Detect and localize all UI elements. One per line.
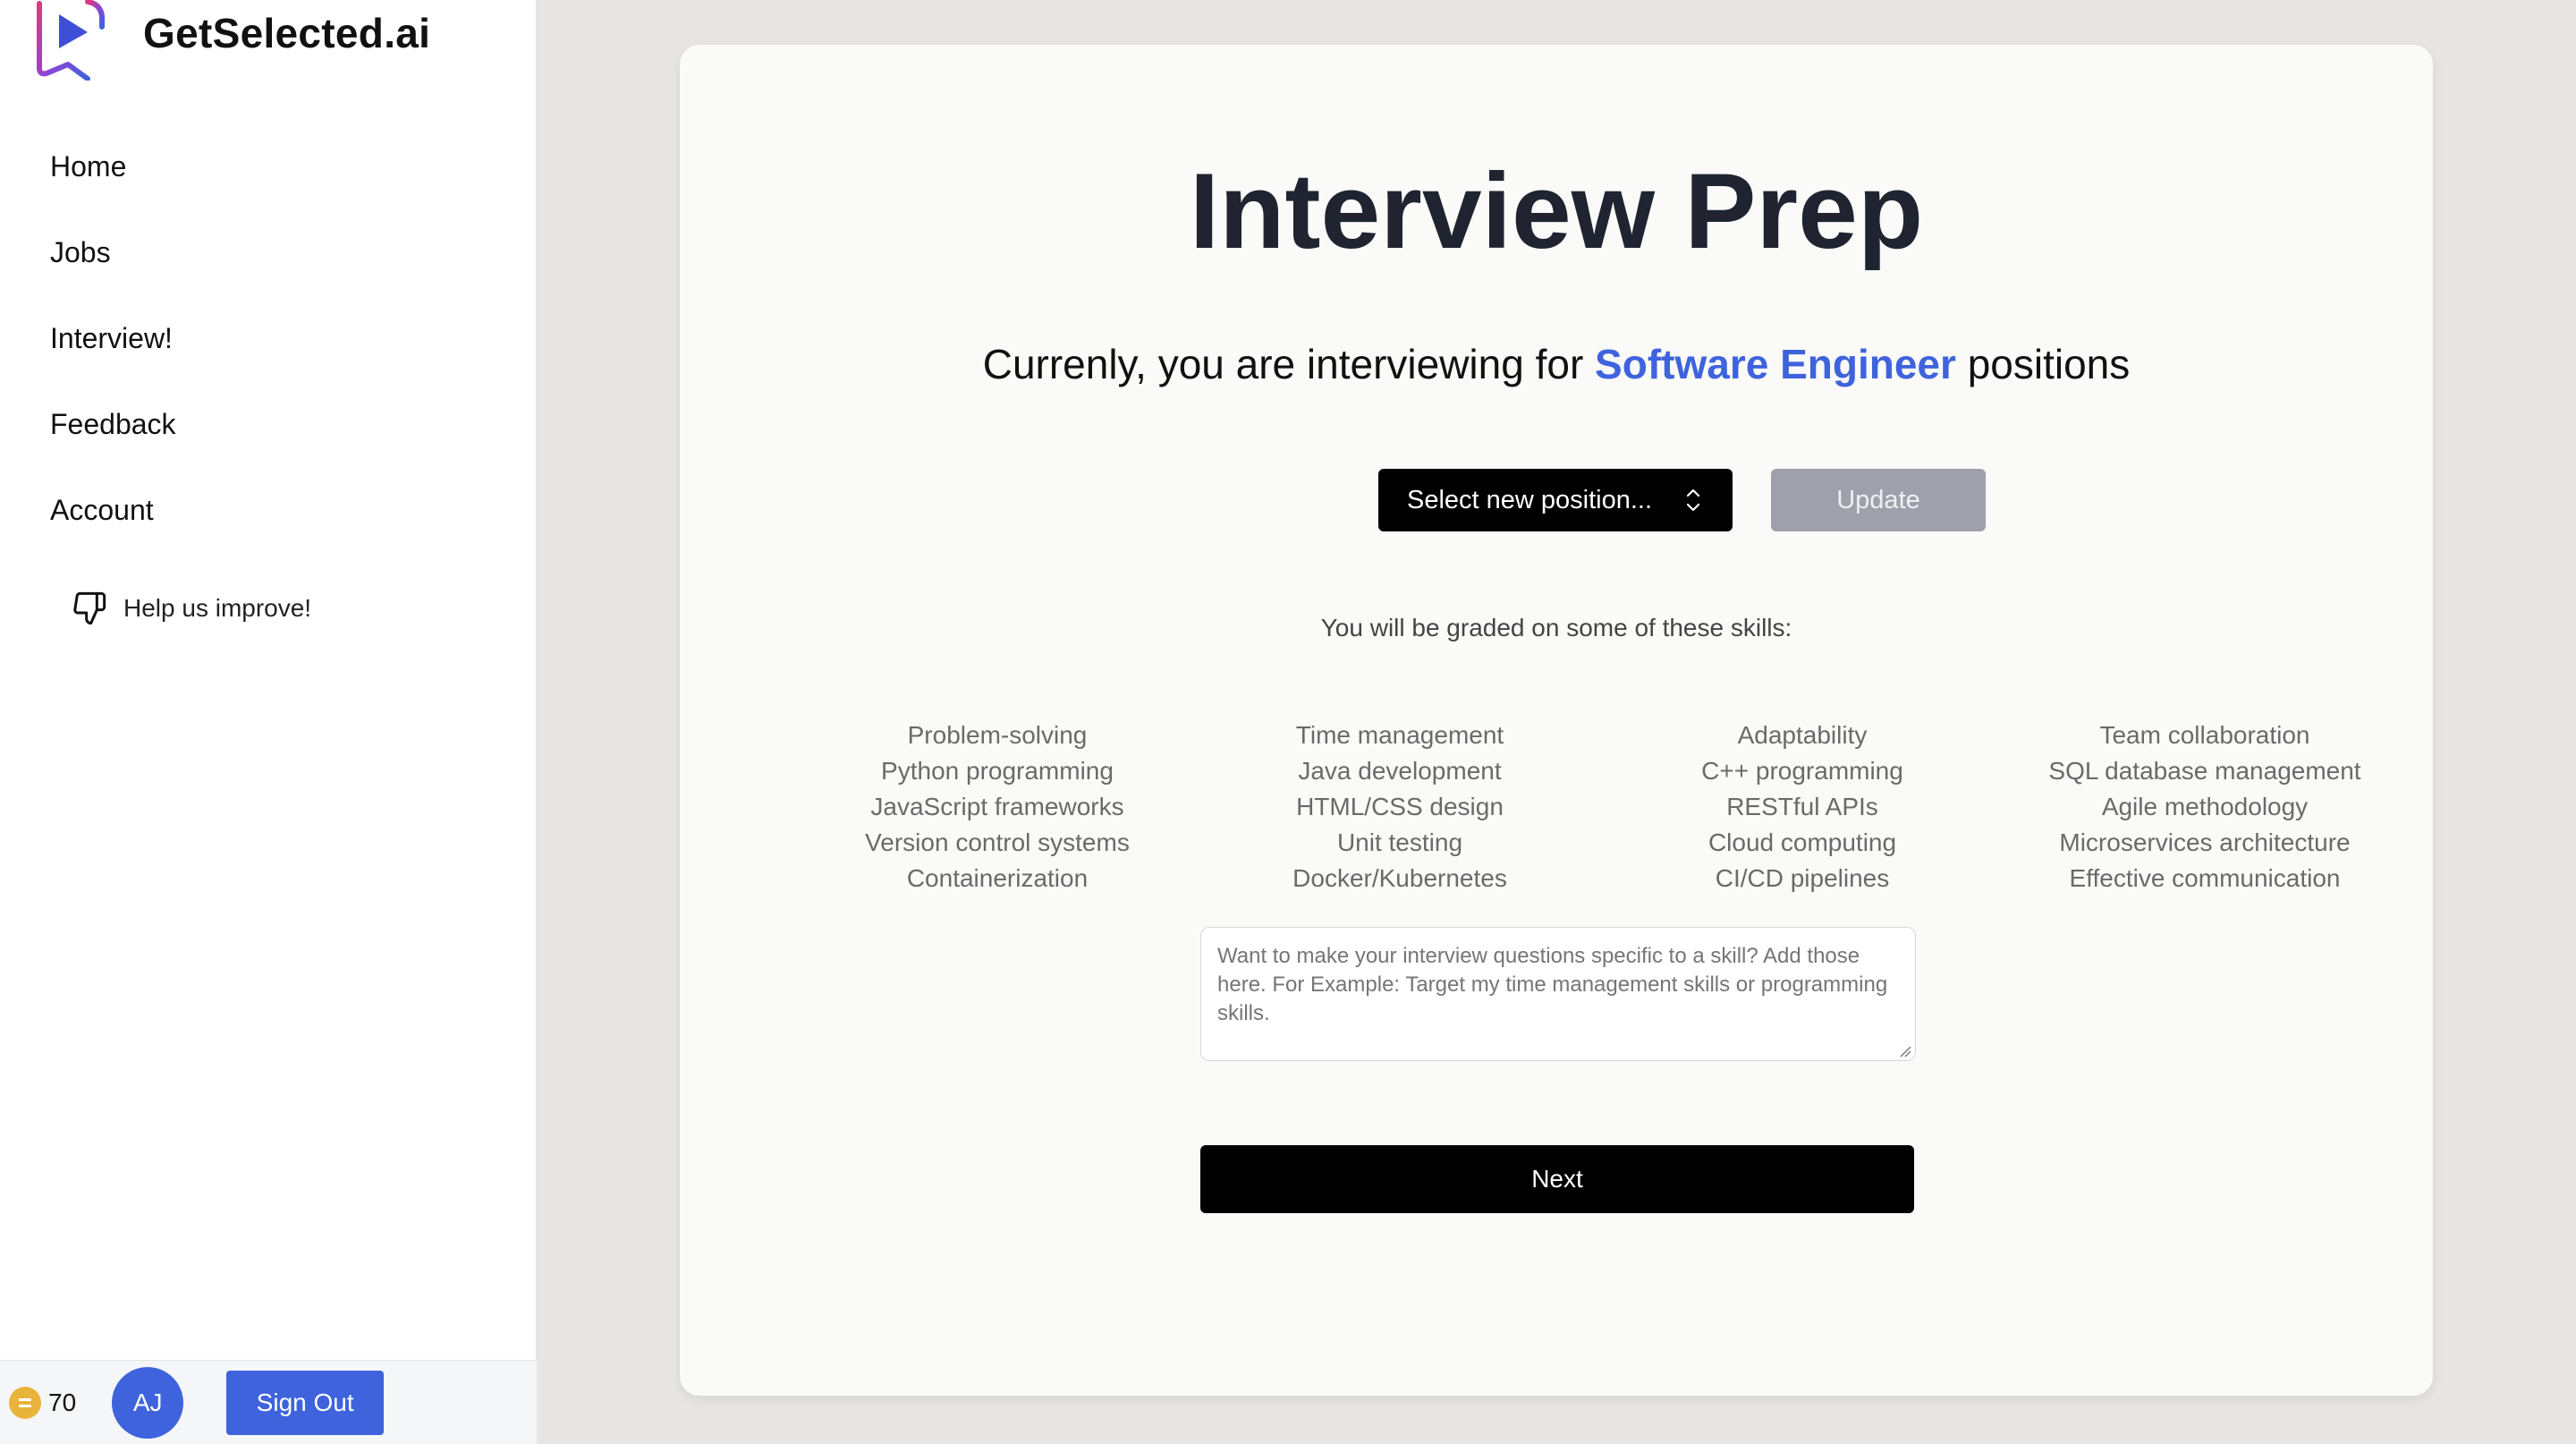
coin-icon xyxy=(9,1386,41,1419)
skill-item: Adaptability xyxy=(1737,721,1868,749)
resize-grip-icon[interactable] xyxy=(1897,1043,1911,1058)
skill-item: Cloud computing xyxy=(1707,828,1897,856)
update-button[interactable]: Update xyxy=(1771,469,1986,531)
graded-skills-text: You will be graded on some of these skil… xyxy=(1320,614,1792,641)
brand-name: GetSelected.ai xyxy=(143,10,431,56)
sidebar-footer: 70 AJ Sign Out xyxy=(0,1360,537,1444)
skill-item: Containerization xyxy=(906,864,1089,892)
subtitle-suffix: positions xyxy=(1955,341,2131,387)
skill-item: JavaScript frameworks xyxy=(870,793,1124,820)
skill-item: Microservices architecture xyxy=(2059,828,2351,856)
skill-item: Docker/Kubernetes xyxy=(1292,864,1507,892)
page-title: Interview Prep xyxy=(1189,151,1924,271)
skills-column: Time management Java development HTML/CS… xyxy=(1199,718,1601,896)
skill-item: Problem-solving xyxy=(907,721,1088,749)
skill-focus-textarea[interactable] xyxy=(1200,927,1916,1061)
play-cursor-logo-icon xyxy=(37,0,105,81)
position-select[interactable]: Select new position... xyxy=(1378,469,1733,531)
skill-item: Python programming xyxy=(881,757,1114,785)
avatar[interactable]: AJ xyxy=(112,1366,184,1439)
sidebar-item-home[interactable]: Home xyxy=(50,143,176,229)
skill-item: Java development xyxy=(1298,757,1502,785)
credits-count: 70 xyxy=(48,1388,77,1416)
sidebar-nav: Home Jobs Interview! Feedback Account xyxy=(50,143,176,573)
position-controls: Select new position... Update xyxy=(680,469,2433,531)
sidebar-item-jobs[interactable]: Jobs xyxy=(50,229,176,315)
skills-column: Problem-solving Python programming JavaS… xyxy=(796,718,1199,896)
skills-column: Adaptability C++ programming RESTful API… xyxy=(1601,718,2004,896)
skill-item: Effective communication xyxy=(2069,864,2341,892)
brand[interactable]: GetSelected.ai xyxy=(32,0,430,81)
next-button[interactable]: Next xyxy=(1200,1145,1914,1213)
position-select-label: Select new position... xyxy=(1407,485,1653,514)
current-role: Software Engineer xyxy=(1595,341,1956,387)
skill-item: Team collaboration xyxy=(2099,721,2310,749)
skill-item: SQL database management xyxy=(2048,757,2361,785)
skill-item: CI/CD pipelines xyxy=(1715,864,1890,892)
thumbs-down-icon xyxy=(73,591,106,625)
sidebar-item-feedback[interactable]: Feedback xyxy=(50,401,176,487)
skill-item: Unit testing xyxy=(1336,828,1463,856)
skill-item: HTML/CSS design xyxy=(1296,793,1504,820)
current-position-text: Currenly, you are interviewing for Softw… xyxy=(680,340,2433,388)
sign-out-button[interactable]: Sign Out xyxy=(226,1370,385,1435)
subtitle-prefix: Currenly, you are interviewing for xyxy=(982,341,1596,387)
skill-item: Version control systems xyxy=(865,828,1130,856)
sidebar-item-account[interactable]: Account xyxy=(50,487,176,573)
sidebar-item-interview[interactable]: Interview! xyxy=(50,315,176,401)
chevron-up-down-icon xyxy=(1686,488,1700,512)
skill-item: Time management xyxy=(1295,721,1504,749)
skill-item: RESTful APIs xyxy=(1726,793,1878,820)
help-improve-link[interactable]: Help us improve! xyxy=(72,590,311,626)
interview-prep-card: Interview Prep Currenly, you are intervi… xyxy=(680,45,2433,1396)
skill-item: Agile methodology xyxy=(2101,793,2309,820)
app-root: GetSelected.ai Home Jobs Interview! Feed… xyxy=(0,0,2576,1444)
skill-item: C++ programming xyxy=(1701,757,1903,785)
skills-column: Team collaboration SQL database manageme… xyxy=(2004,718,2406,896)
sidebar: GetSelected.ai Home Jobs Interview! Feed… xyxy=(0,0,537,1444)
help-improve-label: Help us improve! xyxy=(123,594,312,622)
